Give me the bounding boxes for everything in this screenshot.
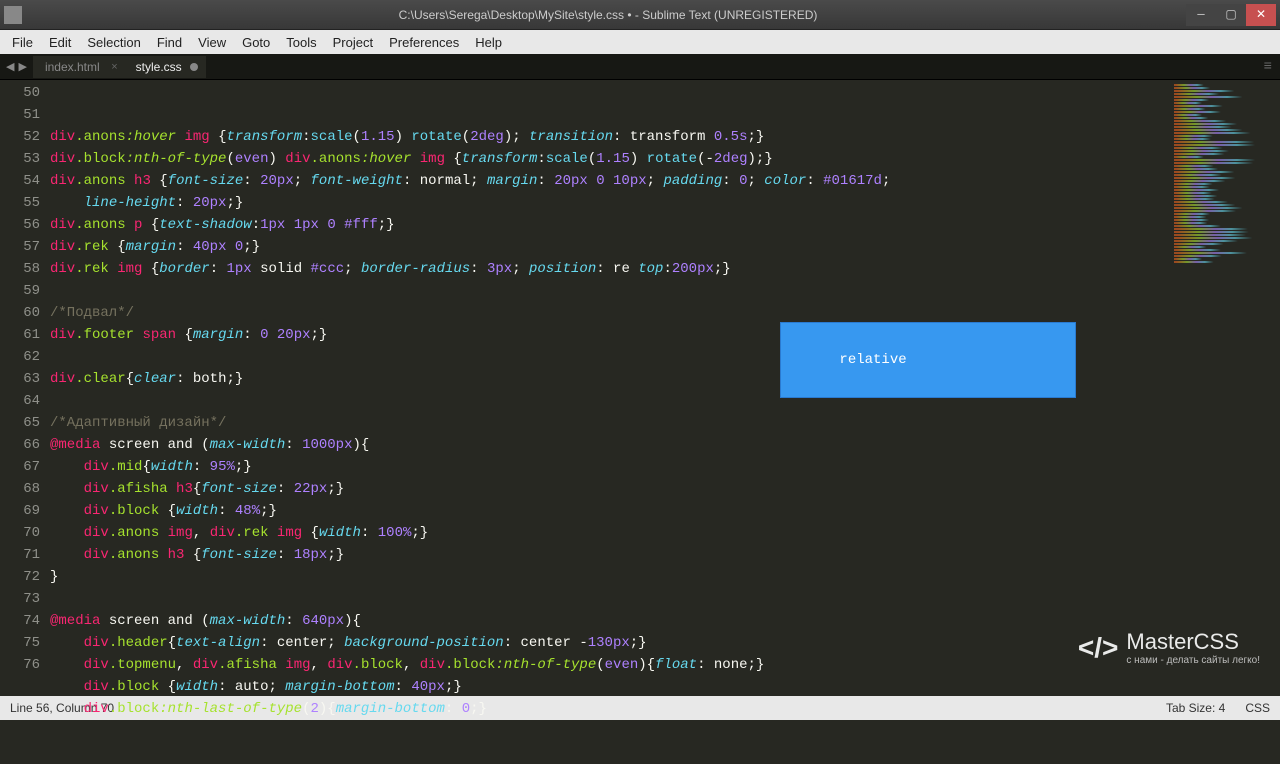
line-number: 74 (0, 610, 40, 632)
autocomplete-suggestion[interactable]: relative (839, 352, 906, 368)
menu-preferences[interactable]: Preferences (381, 33, 467, 52)
line-number: 56 (0, 214, 40, 236)
code-line[interactable]: line-height: 20px;} (50, 192, 1170, 214)
dirty-indicator-icon (190, 63, 198, 71)
code-line[interactable]: @media screen and (max-width: 640px){ (50, 610, 1170, 632)
line-number: 69 (0, 500, 40, 522)
code-line[interactable]: /*Адаптивный дизайн*/ (50, 412, 1170, 434)
code-line[interactable]: div.mid{width: 95%;} (50, 456, 1170, 478)
menu-file[interactable]: File (4, 33, 41, 52)
menu-selection[interactable]: Selection (79, 33, 148, 52)
code-line[interactable]: div.rek img {border: 1px solid #ccc; bor… (50, 258, 1170, 280)
line-number: 76 (0, 654, 40, 676)
app-icon (4, 6, 22, 24)
line-number: 61 (0, 324, 40, 346)
maximize-button[interactable]: ▢ (1216, 4, 1246, 26)
line-number: 64 (0, 390, 40, 412)
code-line[interactable]: } (50, 566, 1170, 588)
code-line[interactable]: @media screen and (max-width: 1000px){ (50, 434, 1170, 456)
window-title: C:\Users\Serega\Desktop\MySite\style.css… (30, 8, 1186, 22)
code-line[interactable]: /*Подвал*/ (50, 302, 1170, 324)
line-number: 70 (0, 522, 40, 544)
line-number: 63 (0, 368, 40, 390)
code-line[interactable]: div.block:nth-of-type(even) div.anons:ho… (50, 148, 1170, 170)
code-line[interactable] (50, 280, 1170, 302)
line-number: 52 (0, 126, 40, 148)
tab-label: style.css (136, 60, 182, 74)
code-line[interactable]: div.anons p {text-shadow:1px 1px 0 #fff;… (50, 214, 1170, 236)
minimize-button[interactable]: ─ (1186, 4, 1216, 26)
line-number: 72 (0, 566, 40, 588)
line-number: 62 (0, 346, 40, 368)
line-number: 68 (0, 478, 40, 500)
line-number: 54 (0, 170, 40, 192)
code-line[interactable]: div.anons h3 {font-size: 18px;} (50, 544, 1170, 566)
tab-close-icon[interactable]: × (111, 61, 117, 73)
menu-help[interactable]: Help (467, 33, 510, 52)
status-syntax[interactable]: CSS (1245, 701, 1270, 715)
tabbar-menu-icon[interactable]: ≡ (1264, 59, 1280, 75)
tabbar: ◀ ▶ index.html × style.css ≡ (0, 54, 1280, 80)
code-line[interactable]: div.anons h3 {font-size: 20px; font-weig… (50, 170, 1170, 192)
line-number: 50 (0, 82, 40, 104)
tab-nav-arrows: ◀ ▶ (0, 60, 33, 74)
line-number: 65 (0, 412, 40, 434)
code-line[interactable]: div.anons img, div.rek img {width: 100%;… (50, 522, 1170, 544)
menubar: FileEditSelectionFindViewGotoToolsProjec… (0, 30, 1280, 54)
close-button[interactable]: ✕ (1246, 4, 1276, 26)
tab-style-css[interactable]: style.css (124, 56, 206, 78)
menu-find[interactable]: Find (149, 33, 190, 52)
code-line[interactable]: div.rek {margin: 40px 0;} (50, 236, 1170, 258)
line-number: 51 (0, 104, 40, 126)
line-number: 60 (0, 302, 40, 324)
code-line[interactable]: div.block {width: auto; margin-bottom: 4… (50, 676, 1170, 698)
line-number: 66 (0, 434, 40, 456)
line-number: 71 (0, 544, 40, 566)
code-line[interactable]: div.topmenu, div.afisha img, div.block, … (50, 654, 1170, 676)
code-line[interactable] (50, 588, 1170, 610)
line-number: 55 (0, 192, 40, 214)
window-controls: ─ ▢ ✕ (1186, 4, 1276, 26)
line-number: 73 (0, 588, 40, 610)
autocomplete-popup[interactable]: relative (780, 322, 1076, 398)
menu-view[interactable]: View (190, 33, 234, 52)
line-number: 59 (0, 280, 40, 302)
tab-label: index.html (45, 60, 100, 74)
nav-back-icon[interactable]: ◀ (6, 60, 14, 74)
code-line[interactable]: div.afisha h3{font-size: 22px;} (50, 478, 1170, 500)
code-line[interactable]: div.block {width: 48%;} (50, 500, 1170, 522)
code-line[interactable]: div.block:nth-last-of-type(2){margin-bot… (50, 698, 1170, 720)
status-tabsize[interactable]: Tab Size: 4 (1166, 701, 1225, 715)
code-view[interactable]: div.anons:hover img {transform:scale(1.1… (50, 80, 1170, 696)
menu-edit[interactable]: Edit (41, 33, 79, 52)
menu-tools[interactable]: Tools (278, 33, 324, 52)
code-line[interactable]: div.header{text-align: center; backgroun… (50, 632, 1170, 654)
menu-project[interactable]: Project (325, 33, 381, 52)
line-number: 67 (0, 456, 40, 478)
line-number: 75 (0, 632, 40, 654)
tab-index-html[interactable]: index.html × (33, 56, 124, 78)
editor-area[interactable]: 5051525354555657585960616263646566676869… (0, 80, 1280, 696)
line-number: 57 (0, 236, 40, 258)
line-number: 53 (0, 148, 40, 170)
line-gutter: 5051525354555657585960616263646566676869… (0, 80, 50, 696)
minimap[interactable] (1170, 80, 1280, 696)
code-line[interactable]: div.anons:hover img {transform:scale(1.1… (50, 126, 1170, 148)
nav-forward-icon[interactable]: ▶ (18, 60, 26, 74)
titlebar: C:\Users\Serega\Desktop\MySite\style.css… (0, 0, 1280, 30)
line-number: 58 (0, 258, 40, 280)
menu-goto[interactable]: Goto (234, 33, 278, 52)
